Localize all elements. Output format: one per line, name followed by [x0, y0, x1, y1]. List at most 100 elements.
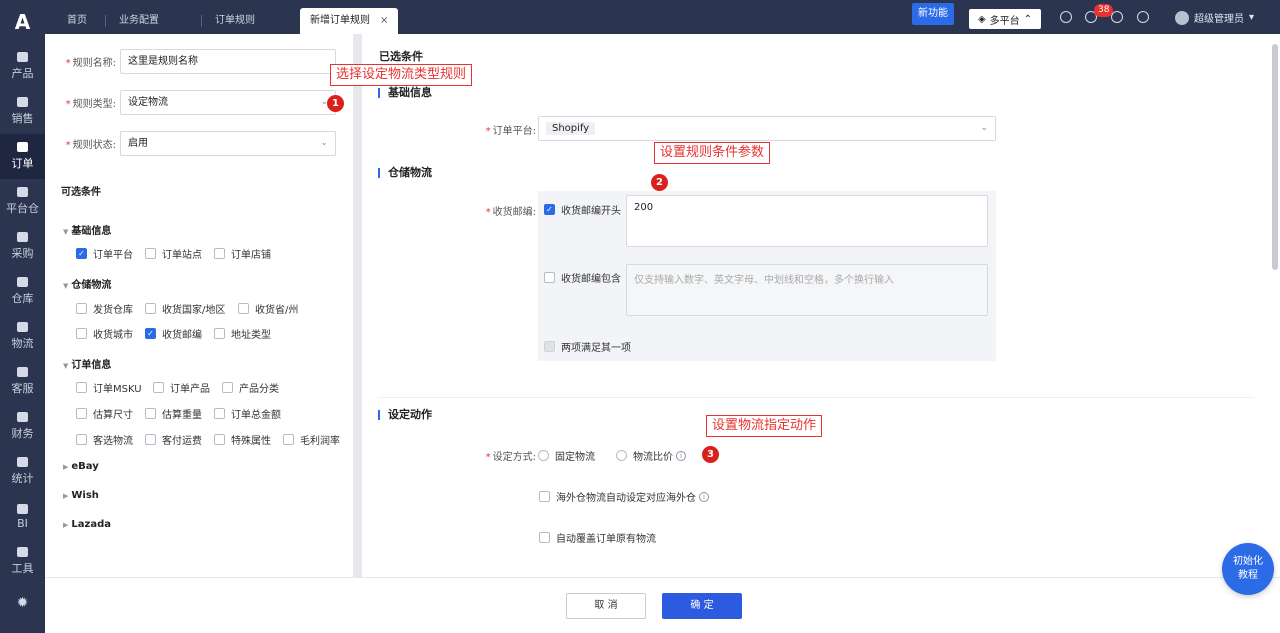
platform-switcher[interactable]: ◈ 多平台 ⌃ — [969, 9, 1041, 29]
nav-item-finance[interactable]: 财务 — [0, 404, 45, 449]
nav-item-stats[interactable]: 统计 — [0, 449, 45, 494]
nav-label: 统计 — [11, 472, 34, 485]
rule-name-input[interactable]: 这里是规则名称 — [120, 49, 336, 74]
tutorial-button[interactable]: 初始化 教程 — [1222, 543, 1274, 595]
checkbox-order-platform[interactable]: ✓ 订单平台 — [76, 246, 133, 261]
nav-label: 物流 — [11, 337, 34, 350]
checkbox-overseas-auto[interactable]: 海外仓物流自动设定对应海外仓 i — [539, 489, 709, 504]
platform-select[interactable]: Shopify ⌄ — [538, 116, 996, 141]
optional-conditions-title: 可选条件 — [61, 187, 101, 198]
zip-contains-textarea[interactable]: 仅支持输入数字、英文字母、中划线和空格，多个换行输入 — [626, 264, 988, 316]
nav-label: 采购 — [11, 247, 34, 260]
nav-label: 产品 — [11, 67, 34, 80]
user-menu[interactable]: 超级管理员 ▾ — [1175, 10, 1254, 25]
nav-item-order[interactable]: 订单 — [0, 134, 45, 179]
close-icon[interactable]: × — [380, 15, 388, 26]
rule-type-row: * 规则类型: 设定物流 ⌄ — [45, 90, 336, 115]
finance-icon — [17, 412, 28, 422]
zip-start-textarea[interactable]: 200 — [626, 195, 988, 247]
checkbox-order-msku[interactable]: 订单MSKU — [76, 380, 142, 395]
radio-icon — [616, 450, 627, 461]
group-wish[interactable]: ▶ Wish — [63, 490, 99, 501]
selected-conditions-title: 已选条件 — [379, 50, 423, 63]
nav-item-purchase[interactable]: 采购 — [0, 224, 45, 269]
app-logo[interactable]: A — [0, 0, 45, 44]
group-warehouse[interactable]: ▼ 仓储物流 — [63, 276, 111, 291]
group-order[interactable]: ▼ 订单信息 — [63, 356, 111, 371]
tab-label: 新增订单规则 — [310, 15, 370, 26]
checkbox-recv-province[interactable]: 收货省/州 — [238, 301, 298, 316]
nav-item-bi[interactable]: BI — [0, 494, 45, 539]
nav-label: 仓库 — [11, 292, 34, 305]
checkbox-est-size[interactable]: 估算尺寸 — [76, 406, 133, 421]
headset-icon[interactable] — [1111, 11, 1123, 23]
checkbox-either[interactable]: 两项满足其一项 — [544, 339, 631, 354]
group-ebay[interactable]: ▶ eBay — [63, 461, 99, 472]
checkbox-checked-icon: ✓ — [76, 248, 87, 259]
cart-icon — [17, 232, 28, 242]
checkbox-order-store[interactable]: 订单店铺 — [214, 246, 271, 261]
tab-divider — [201, 15, 202, 27]
help-icon[interactable] — [1137, 11, 1149, 23]
checkbox-recv-zip[interactable]: ✓ 收货邮编 — [145, 326, 202, 341]
rule-status-select[interactable]: 启用 ⌄ — [120, 131, 336, 156]
nav-item-service[interactable]: 客服 — [0, 359, 45, 404]
nav-item-sales[interactable]: 销售 — [0, 89, 45, 134]
rule-status-label: * 规则状态: — [65, 140, 116, 151]
checkbox-recv-country[interactable]: 收货国家/地区 — [145, 301, 225, 316]
order-icon — [17, 142, 28, 152]
nav-item-tools[interactable]: 工具 — [0, 539, 45, 584]
chevron-down-icon: ⌄ — [320, 138, 328, 148]
checkbox-order-site[interactable]: 订单站点 — [145, 246, 202, 261]
left-scrollbar[interactable] — [353, 34, 362, 577]
cancel-button[interactable]: 取 消 — [566, 593, 646, 619]
radio-logistics-compare[interactable]: 物流比价 i — [616, 448, 686, 463]
rule-type-select[interactable]: 设定物流 ⌄ — [120, 90, 336, 115]
checkbox-customer-logistics[interactable]: 客选物流 — [76, 432, 133, 447]
checkbox-special-attr[interactable]: 特殊属性 — [214, 432, 271, 447]
checkbox-gross-margin[interactable]: 毛利润率 — [283, 432, 340, 447]
checkbox-recv-city[interactable]: 收货城市 — [76, 326, 133, 341]
group-basic[interactable]: ▼ 基础信息 — [63, 222, 111, 237]
side-nav: A 产品 销售 订单 平台仓 采购 仓库 物流 客服 财务 统计 BI 工具 ✹ — [0, 0, 45, 633]
confirm-button[interactable]: 确 定 — [662, 593, 742, 619]
group-lazada[interactable]: ▶ Lazada — [63, 519, 111, 530]
checkbox-customer-freight[interactable]: 客付运费 — [145, 432, 202, 447]
radio-fixed-logistics[interactable]: 固定物流 — [538, 448, 595, 463]
tab-new-order-rule[interactable]: 新增订单规则 × — [300, 8, 399, 34]
user-name: 超级管理员 — [1194, 14, 1244, 25]
checkbox-zip-start[interactable]: ✓ 收货邮编开头 — [544, 202, 621, 217]
checkbox-order-product[interactable]: 订单产品 — [153, 380, 210, 395]
new-feature-badge[interactable]: 新功能 — [912, 3, 954, 25]
bi-icon — [17, 503, 28, 514]
nav-item-product[interactable]: 产品 — [0, 44, 45, 89]
checkbox-address-type[interactable]: 地址类型 — [214, 326, 271, 341]
nav-item-platform-warehouse[interactable]: 平台仓 — [0, 179, 45, 224]
info-icon[interactable]: i — [699, 491, 709, 502]
zip-label: * 收货邮编: — [485, 207, 536, 218]
annotation-1: 选择设定物流类型规则 — [330, 64, 473, 86]
checkbox-ship-warehouse[interactable]: 发货仓库 — [76, 301, 133, 316]
tab-order-rules[interactable]: 订单规则 — [205, 8, 265, 34]
rule-status-value: 启用 — [128, 138, 148, 149]
tab-home[interactable]: 首页 — [57, 8, 97, 34]
nav-label: 财务 — [11, 427, 34, 440]
annotation-number-1: 1 — [327, 95, 344, 112]
checkbox-override-logistics[interactable]: 自动覆盖订单原有物流 — [539, 530, 656, 545]
info-icon[interactable]: i — [676, 450, 686, 461]
tab-business-config[interactable]: 业务配置 — [109, 8, 169, 34]
nav-label: 销售 — [11, 112, 34, 125]
checkbox-order-total[interactable]: 订单总金额 — [214, 406, 281, 421]
nav-item-warehouse[interactable]: 仓库 — [0, 269, 45, 314]
warehouse-icon — [17, 277, 28, 287]
checkbox-product-category[interactable]: 产品分类 — [222, 380, 279, 395]
download-icon[interactable] — [1060, 11, 1072, 23]
main-scrollbar[interactable] — [1272, 44, 1278, 270]
checkbox-zip-contains[interactable]: 收货邮编包含 — [544, 270, 621, 285]
settings-icon[interactable]: ✹ — [0, 595, 45, 611]
nav-label: 客服 — [11, 382, 34, 395]
warehouse-heading: 仓储物流 — [378, 167, 432, 178]
checkbox-est-weight[interactable]: 估算重量 — [145, 406, 202, 421]
nav-item-logistics[interactable]: 物流 — [0, 314, 45, 359]
platform-tag[interactable]: Shopify — [546, 122, 596, 135]
